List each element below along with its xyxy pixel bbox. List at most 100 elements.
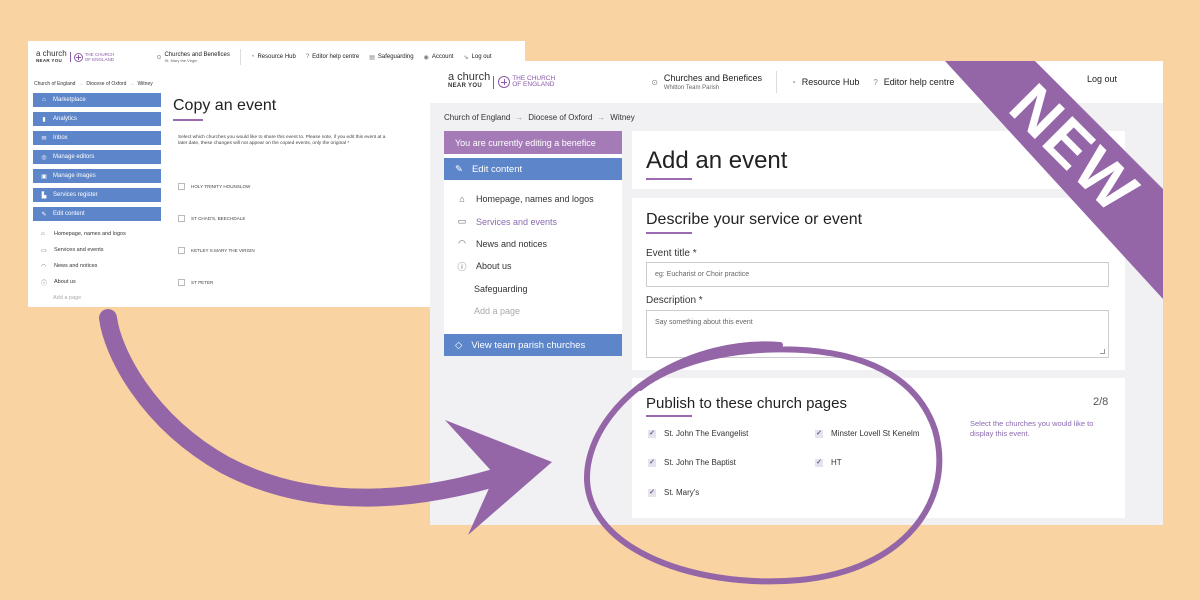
- menu-manage-editors[interactable]: ◎ Manage editors: [33, 150, 161, 164]
- sidebar-item-about[interactable]: ⓘ About us: [444, 255, 622, 277]
- checkbox[interactable]: [178, 247, 185, 254]
- menu-marketplace[interactable]: ⌂ Marketplace: [33, 93, 161, 107]
- new-header: a church NEAR YOU THE CHURCH OF ENGLAND ⊙ …: [430, 61, 1163, 103]
- publish-heading: Publish to these church pages: [646, 395, 847, 412]
- church-selector[interactable]: ⊙ Churches and Benefices St. Mary the Vir…: [156, 52, 229, 63]
- breadcrumb-link[interactable]: Diocese of Oxford: [86, 81, 126, 87]
- nav-resource-hub[interactable]: ◔ Resource Hub: [251, 54, 296, 60]
- church-icon: ⊙: [156, 54, 162, 61]
- publish-hint: Select the churches you would like to di…: [970, 419, 1094, 438]
- page-title: Copy an event: [173, 97, 277, 114]
- sub-services-events[interactable]: ▭ Services and events: [33, 242, 161, 258]
- breadcrumb-link[interactable]: Diocese of Oxford: [528, 113, 592, 122]
- sidebar-item-homepage[interactable]: ⌂ Homepage, names and logos: [444, 188, 622, 210]
- menu-services-register[interactable]: ▙ Services register: [33, 188, 161, 202]
- nav-logout[interactable]: Log out: [1087, 74, 1117, 84]
- breadcrumb-link[interactable]: Church of England: [34, 81, 75, 87]
- menu-analytics[interactable]: ▮ Analytics: [33, 112, 161, 126]
- church-checkbox[interactable]: ✓ St. Mary's: [648, 488, 699, 497]
- nav-editor-help[interactable]: ? Editor help centre: [873, 77, 954, 87]
- broadcast-icon: ◠: [458, 238, 466, 249]
- describe-card: Describe your service or event Event tit…: [632, 198, 1125, 370]
- description-textarea[interactable]: Say something about this event: [646, 310, 1109, 358]
- church-checkbox[interactable]: ✓ HT: [815, 458, 842, 467]
- checkbox[interactable]: [178, 279, 185, 286]
- nav-resource-hub[interactable]: ◔ Resource Hub: [791, 77, 859, 87]
- calendar-icon: ▭: [457, 216, 467, 227]
- view-team-button[interactable]: ◇ View team parish churches: [444, 334, 622, 356]
- description-label: Description *: [646, 295, 703, 306]
- church-selector[interactable]: ⊙ Churches and Benefices Whitton Team Par…: [651, 73, 762, 91]
- nav-safeguarding[interactable]: ▤ Safeguarding: [369, 54, 413, 61]
- new-top-nav: ⊙ Churches and Benefices Whitton Team Par…: [651, 71, 954, 93]
- logo[interactable]: a church NEAR YOU THE CHURCH OF ENGLAND: [448, 72, 555, 91]
- nav-account[interactable]: ◉ Account: [424, 54, 454, 61]
- menu-edit-content[interactable]: ✎ Edit content: [33, 207, 161, 221]
- info-icon: ⓘ: [41, 280, 48, 287]
- breadcrumb-link[interactable]: Witney: [610, 113, 634, 122]
- church-checkbox[interactable]: ST CHAD'S, BEECHDALE: [178, 215, 245, 222]
- pencil-icon: ✎: [41, 211, 47, 218]
- church-checkbox[interactable]: ✓ St. John The Baptist: [648, 458, 736, 467]
- register-icon: ▙: [41, 192, 47, 199]
- sub-news[interactable]: ◠ News and notices: [33, 258, 161, 274]
- mail-icon: ✉: [41, 135, 47, 142]
- sidebar-links: ⌂ Homepage, names and logos ▭ Services and…: [444, 188, 622, 322]
- sidebar-item-add-page[interactable]: Add a page: [444, 300, 622, 322]
- user-icon: ◎: [41, 154, 47, 161]
- new-breadcrumb: Church of England → Diocese of Oxford → Witn…: [444, 113, 635, 122]
- diamond-icon: ◇: [455, 339, 463, 351]
- publish-card: Publish to these church pages 2/8 Select…: [632, 378, 1125, 518]
- sub-about[interactable]: ⓘ About us: [33, 274, 161, 290]
- old-breadcrumb: Church of England → Diocese of Oxford → Witn…: [34, 81, 153, 87]
- church-checkbox[interactable]: ✓ Minster Lovell St Kenelm: [815, 429, 919, 438]
- logo[interactable]: a church NEAR YOU THE CHURCH OF ENGLAND: [36, 50, 114, 64]
- checkbox[interactable]: [178, 215, 185, 222]
- check-icon[interactable]: ✓: [648, 429, 656, 438]
- church-checkbox[interactable]: HOLY TRINITY HOUNSLOW: [178, 183, 250, 190]
- menu-inbox[interactable]: ✉ Inbox: [33, 131, 161, 145]
- breadcrumb-link[interactable]: Church of England: [444, 113, 510, 122]
- church-checkbox[interactable]: KETLEY S.MARY THE VIRGIN: [178, 247, 255, 254]
- home-icon: ⌂: [459, 194, 465, 205]
- check-icon[interactable]: ✓: [815, 458, 823, 467]
- sidebar-item-news[interactable]: ◠ News and notices: [444, 233, 622, 255]
- new-screenshot: a church NEAR YOU THE CHURCH OF ENGLAND ⊙ …: [430, 61, 1163, 525]
- home-icon: ⌂: [41, 231, 45, 237]
- church-icon: ⊙: [651, 77, 658, 87]
- church-checkbox[interactable]: ST PETER: [178, 279, 213, 286]
- copy-description: Select which churches you would like to …: [178, 135, 386, 146]
- doc-icon: ▤: [369, 54, 375, 61]
- nav-logout[interactable]: ⇘ Log out: [464, 54, 492, 61]
- sub-add-page[interactable]: Add a page: [33, 290, 161, 306]
- describe-heading: Describe your service or event: [646, 211, 863, 228]
- info-icon: ⓘ: [457, 261, 467, 272]
- church-checkbox[interactable]: ✓ St. John The Evangelist: [648, 429, 748, 438]
- check-icon[interactable]: ✓: [648, 488, 656, 497]
- resize-handle[interactable]: [1100, 349, 1105, 354]
- check-icon[interactable]: ✓: [815, 429, 823, 438]
- pencil-icon: ✎: [455, 163, 463, 175]
- coe-cross-icon: [73, 52, 83, 62]
- account-icon: ◉: [423, 54, 429, 61]
- sidebar-item-safeguarding[interactable]: Safeguarding: [444, 278, 622, 300]
- nav-editor-help[interactable]: ? Editor help centre: [306, 54, 359, 60]
- event-title-label: Event title *: [646, 248, 697, 259]
- checkbox[interactable]: [178, 183, 185, 190]
- check-icon[interactable]: ✓: [648, 458, 656, 467]
- breadcrumb-link[interactable]: Witney: [137, 81, 152, 87]
- editing-banner: You are currently editing a benefice: [444, 131, 622, 154]
- shop-icon: ⌂: [42, 97, 46, 103]
- coe-cross-icon: [498, 76, 511, 88]
- publish-count: 2/8: [1093, 396, 1109, 408]
- calendar-icon: ▭: [41, 247, 47, 254]
- logout-icon: ⇘: [463, 54, 469, 61]
- edit-content-button[interactable]: ✎ Edit content: [444, 158, 622, 180]
- sidebar-item-services-events[interactable]: ▭ Services and events: [444, 210, 622, 232]
- old-sidebar: ⌂ Marketplace ▮ Analytics ✉ Inbox ◎ Manage e…: [33, 93, 161, 306]
- page-title: Add an event: [646, 147, 788, 174]
- wifi-icon: ◔: [250, 54, 255, 60]
- menu-manage-images[interactable]: ▣ Manage images: [33, 169, 161, 183]
- sub-homepage[interactable]: ⌂ Homepage, names and logos: [33, 226, 161, 242]
- event-title-input[interactable]: eg: Eucharist or Choir practice: [646, 262, 1109, 287]
